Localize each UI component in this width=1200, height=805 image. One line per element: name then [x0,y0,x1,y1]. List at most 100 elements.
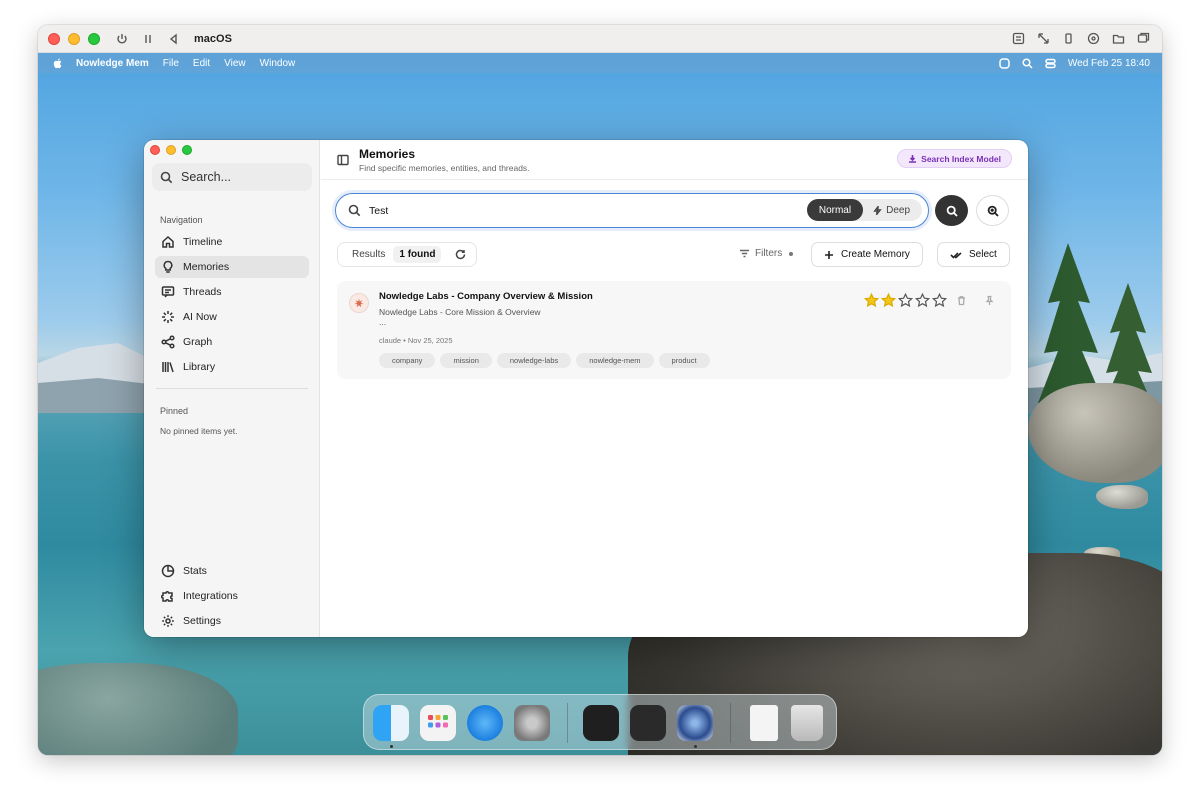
search-value: Test [369,205,389,217]
sidebar-search-placeholder: Search... [181,170,232,184]
menu-file[interactable]: File [163,58,179,69]
sidebar-item-label: Integrations [183,590,238,602]
search-icon [946,205,958,217]
sidebar-item-timeline[interactable]: Timeline [155,231,309,253]
star-empty-icon[interactable] [932,293,947,308]
create-memory-button[interactable]: Create Memory [811,242,923,267]
launchpad-icon[interactable] [420,705,456,741]
navigation-heading: Navigation [160,215,203,225]
library-icon [162,362,174,373]
star-filled-icon[interactable] [864,293,879,308]
sidebar: Search... Navigation Timeline Memories T… [144,140,320,637]
sidebar-item-stats[interactable]: Stats [155,560,309,582]
results-count: 1 found [393,246,442,263]
menu-clock[interactable]: Wed Feb 25 18:40 [1068,58,1150,69]
spotlight-icon[interactable] [1022,57,1033,69]
apple-icon[interactable] [52,57,64,69]
sidebar-item-graph[interactable]: Graph [155,331,309,353]
sidebar-item-settings[interactable]: Settings [155,610,309,632]
search-input[interactable]: Test Normal Deep [335,193,929,228]
power-icon[interactable] [116,33,128,45]
pause-icon[interactable] [142,33,154,45]
menu-edit[interactable]: Edit [193,58,210,69]
search-index-model-button[interactable]: Search Index Model [897,149,1012,168]
sidebar-item-library[interactable]: Library [155,356,309,378]
tag-chip[interactable]: nowledge-labs [496,353,572,368]
finder-icon[interactable] [373,705,409,741]
sidebar-item-label: Settings [183,615,221,627]
puzzle-icon [161,591,173,602]
star-empty-icon[interactable] [898,293,913,308]
windows-icon[interactable] [1137,32,1150,45]
system-settings-icon[interactable] [514,705,550,741]
select-button[interactable]: Select [937,242,1010,267]
memory-card[interactable]: Nowledge Labs - Company Overview & Missi… [337,281,1011,379]
sidebar-toggle-icon[interactable] [337,154,349,166]
vm-close-button[interactable] [48,32,60,45]
sidebar-item-integrations[interactable]: Integrations [155,585,309,607]
search-button[interactable] [935,195,968,226]
terminal-icon[interactable] [583,705,619,741]
mode-normal-button[interactable]: Normal [806,199,864,221]
menu-app-name[interactable]: Nowledge Mem [76,58,149,69]
sidebar-item-memories[interactable]: Memories [155,256,309,278]
search-icon [348,204,361,217]
sidebar-search[interactable]: Search... [152,163,312,191]
vm-minimize-button[interactable] [68,32,80,45]
nowledge-mem-icon[interactable] [677,705,713,741]
memory-subtitle: Nowledge Labs - Core Mission & Overview [379,307,541,317]
dock-separator [730,703,731,743]
app-traffic-lights [150,145,192,155]
trash-icon[interactable] [791,705,823,741]
tag-chip[interactable]: nowledge-mem [576,353,654,368]
star-empty-icon[interactable] [915,293,930,308]
menu-window[interactable]: Window [260,58,296,69]
claude-source-icon [349,293,369,313]
main-panel: Memories Find specific memories, entitie… [321,140,1028,637]
sidebar-item-threads[interactable]: Threads [155,281,309,303]
app-status-icon[interactable] [999,57,1010,69]
plus-icon [825,250,833,259]
sidebar-item-label: Memories [183,261,230,273]
console-icon[interactable] [630,705,666,741]
memory-title[interactable]: Nowledge Labs - Company Overview & Missi… [379,291,593,302]
pin-icon[interactable] [984,295,995,306]
search-icon [160,171,173,183]
memory-ellipsis: ... [379,317,387,327]
keyboard-icon[interactable] [1012,32,1025,45]
results-summary: Results 1 found [337,242,478,267]
vm-zoom-button[interactable] [88,32,100,45]
safari-icon[interactable] [467,705,503,741]
minimize-button[interactable] [166,145,176,155]
control-center-icon[interactable] [1045,58,1056,69]
folder-share-icon[interactable] [1112,32,1125,45]
dock-separator [567,703,568,743]
star-filled-icon[interactable] [881,293,896,308]
dock [363,694,837,750]
usb-icon[interactable] [1062,32,1075,45]
tag-chip[interactable]: company [379,353,436,368]
mode-deep-button[interactable]: Deep [863,199,922,221]
back-icon[interactable] [168,33,180,45]
close-button[interactable] [150,145,160,155]
disk-icon[interactable] [1087,32,1100,45]
sidebar-item-label: Timeline [183,236,223,248]
download-icon [909,155,917,163]
menu-view[interactable]: View [224,58,246,69]
filters-button[interactable]: Filters [739,248,794,259]
tag-chip[interactable]: product [658,353,710,368]
search-index-model-label: Search Index Model [921,153,1001,164]
filter-icon [740,249,749,258]
advanced-search-button[interactable] [976,195,1009,226]
zoom-button[interactable] [182,145,192,155]
refresh-icon[interactable] [455,249,466,260]
left-shore [38,663,238,755]
sidebar-item-ai-now[interactable]: AI Now [155,306,309,328]
trash-icon[interactable] [956,295,967,306]
sidebar-divider [156,388,308,389]
sidebar-item-label: AI Now [183,311,217,323]
resize-icon[interactable] [1037,32,1050,45]
vm-traffic-lights [48,32,100,45]
downloads-icon[interactable] [750,705,778,741]
tag-chip[interactable]: mission [440,353,492,368]
